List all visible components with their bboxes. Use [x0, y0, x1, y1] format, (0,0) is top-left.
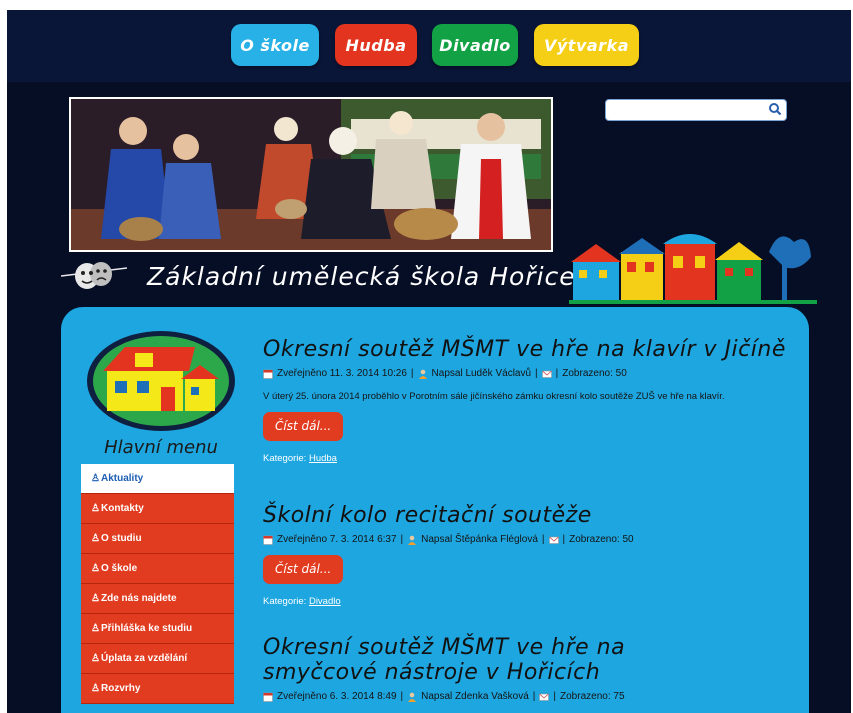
category-link[interactable]: Divadlo	[309, 596, 341, 607]
user-icon	[408, 692, 417, 702]
author: Napsal Luděk Václavů	[431, 368, 532, 379]
category-link[interactable]: Hudba	[309, 453, 337, 464]
meta-separator: |	[541, 534, 545, 545]
header-photo	[69, 97, 553, 252]
nav-o-skole-button[interactable]: O škole	[231, 24, 319, 66]
menu-item-aktuality[interactable]: ♙Aktuality	[81, 464, 234, 494]
main-content-panel: Hlavní menu ♙Aktuality ♙Kontakty ♙O stud…	[61, 307, 809, 713]
meta-separator: |	[562, 534, 566, 545]
email-icon[interactable]	[539, 692, 550, 702]
menu-person-icon: ♙	[91, 533, 100, 544]
menu-item-label: O studiu	[101, 533, 142, 544]
menu-item-o-studiu[interactable]: ♙O studiu	[81, 524, 234, 554]
article: Okresní soutěž MŠMT ve hře na smyčcové n…	[263, 635, 803, 702]
article-meta: Zveřejněno 6. 3. 2014 8:49 | Napsal Zden…	[263, 691, 803, 702]
read-more-button[interactable]: Číst dál...	[263, 555, 344, 584]
nav-vytvarka-button[interactable]: Výtvarka	[534, 24, 639, 66]
calendar-icon	[263, 692, 273, 702]
published-date: Zveřejněno 11. 3. 2014 10:26	[277, 368, 407, 379]
published-date: Zveřejněno 6. 3. 2014 8:49	[277, 691, 397, 702]
category-label: Kategorie:	[263, 453, 307, 464]
published-date: Zveřejněno 7. 3. 2014 6:37	[277, 534, 397, 545]
article: Školní kolo recitační soutěže Zveřejněno…	[263, 503, 803, 607]
menu-item-label: Rozvrhy	[101, 683, 141, 694]
meta-separator: |	[532, 691, 536, 702]
site-title: Základní umělecká škola Hořice	[147, 262, 576, 291]
read-more-button[interactable]: Číst dál...	[263, 412, 344, 441]
menu-item-zde-nas-najdete[interactable]: ♙Zde nás najdete	[81, 584, 234, 614]
view-count: Zobrazeno: 50	[562, 368, 627, 379]
top-navigation-bar: O škole Hudba Divadlo Výtvarka	[7, 10, 851, 82]
menu-item-label: Kontakty	[101, 503, 144, 514]
page-frame: O škole Hudba Divadlo Výtvarka Základní …	[7, 10, 851, 713]
user-icon	[408, 535, 417, 545]
calendar-icon	[263, 369, 273, 379]
article-meta: Zveřejněno 11. 3. 2014 10:26 | Napsal Lu…	[263, 368, 803, 379]
menu-person-icon: ♙	[91, 593, 100, 604]
menu-item-uplata[interactable]: ♙Úplata za vzdělání	[81, 644, 234, 674]
menu-person-icon: ♙	[91, 653, 100, 664]
search-box	[605, 99, 787, 121]
menu-item-prihlaska[interactable]: ♙Přihláška ke studiu	[81, 614, 234, 644]
nav-divadlo-button[interactable]: Divadlo	[432, 24, 518, 66]
meta-separator: |	[535, 368, 538, 379]
article-title[interactable]: Okresní soutěž MŠMT ve hře na smyčcové n…	[263, 635, 723, 685]
user-icon	[418, 369, 427, 379]
email-icon[interactable]	[548, 535, 559, 545]
nav-hudba-button[interactable]: Hudba	[335, 24, 417, 66]
menu-person-icon: ♙	[91, 623, 100, 634]
article-category: Kategorie: Divadlo	[263, 596, 803, 607]
menu-item-label: Aktuality	[101, 473, 144, 484]
menu-title: Hlavní menu	[104, 437, 218, 458]
menu-person-icon: ♙	[91, 563, 100, 574]
article-excerpt: V úterý 25. února 2014 proběhlo v Porotn…	[263, 391, 725, 402]
article-category: Kategorie: Hudba	[263, 453, 803, 464]
theatre-masks-icon	[61, 262, 127, 289]
meta-separator: |	[400, 534, 404, 545]
email-icon[interactable]	[541, 369, 552, 379]
search-icon[interactable]	[768, 102, 782, 116]
menu-item-label: Úplata za vzdělání	[101, 653, 188, 664]
menu-item-o-skole[interactable]: ♙O škole	[81, 554, 234, 584]
view-count: Zobrazeno: 75	[560, 691, 625, 702]
menu-person-icon: ♙	[91, 473, 100, 484]
author: Napsal Zdenka Vašková	[421, 691, 529, 702]
main-menu: ♙Aktuality ♙Kontakty ♙O studiu ♙O škole …	[81, 464, 234, 704]
article: Okresní soutěž MŠMT ve hře na klavír v J…	[263, 337, 803, 464]
search-input[interactable]	[610, 102, 764, 118]
houses-illustration	[569, 234, 817, 304]
menu-person-icon: ♙	[91, 503, 100, 514]
meta-separator: |	[553, 691, 557, 702]
meta-separator: |	[410, 368, 414, 379]
calendar-icon	[263, 535, 273, 545]
category-label: Kategorie:	[263, 596, 307, 607]
article-meta: Zveřejněno 7. 3. 2014 6:37 | Napsal Štěp…	[263, 534, 803, 545]
article-title[interactable]: Školní kolo recitační soutěže	[263, 503, 803, 528]
meta-separator: |	[400, 691, 404, 702]
school-logo[interactable]	[85, 329, 237, 433]
menu-item-kontakty[interactable]: ♙Kontakty	[81, 494, 234, 524]
article-title[interactable]: Okresní soutěž MŠMT ve hře na klavír v J…	[263, 337, 803, 362]
menu-item-label: Přihláška ke studiu	[101, 623, 193, 634]
menu-item-rozvrhy[interactable]: ♙Rozvrhy	[81, 674, 234, 704]
menu-person-icon: ♙	[91, 683, 100, 694]
menu-item-label: O škole	[101, 563, 138, 574]
view-count: Zobrazeno: 50	[569, 534, 634, 545]
author: Napsal Štěpánka Fléglová	[421, 534, 538, 545]
menu-item-label: Zde nás najdete	[101, 593, 177, 604]
meta-separator: |	[555, 368, 559, 379]
